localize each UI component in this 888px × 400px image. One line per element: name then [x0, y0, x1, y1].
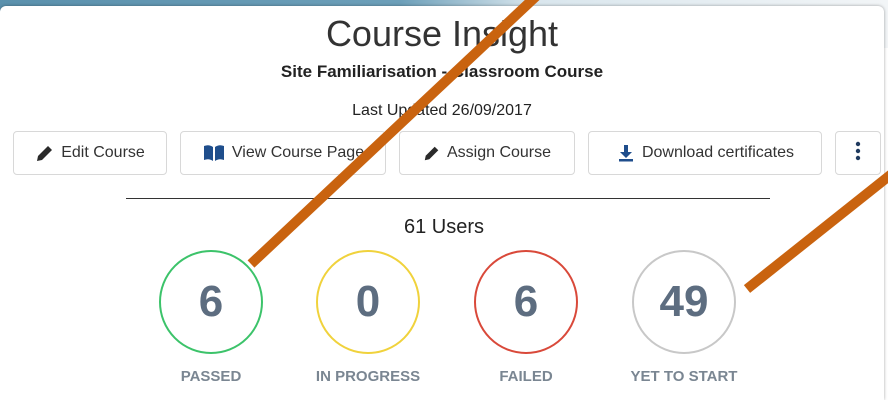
download-certificates-button[interactable]: Download certificates	[588, 131, 822, 175]
edit-course-button[interactable]: Edit Course	[13, 131, 167, 175]
last-updated: Last Updated 26/09/2017	[352, 102, 532, 119]
stat-circle: 0	[316, 250, 420, 354]
stat-yet-to-start: 49 YET TO START	[604, 250, 764, 385]
users-count: 61 Users	[403, 216, 485, 238]
stat-failed: 6 FAILED	[446, 250, 606, 385]
download-certificates-label: Download certificates	[641, 144, 795, 161]
stat-circle: 6	[474, 250, 578, 354]
assign-course-button[interactable]: Assign Course	[399, 131, 575, 175]
page-title: Course Insight	[325, 13, 559, 54]
assign-course-label: Assign Course	[446, 144, 552, 161]
stat-passed: 6 PASSED	[131, 250, 291, 385]
pencil-icon	[423, 144, 441, 162]
stat-label: IN PROGRESS	[315, 368, 421, 385]
edit-course-label: Edit Course	[61, 144, 145, 161]
stat-circle: 49	[632, 250, 736, 354]
more-options-button[interactable]	[835, 131, 881, 175]
stat-in-progress: 0 IN PROGRESS	[288, 250, 448, 385]
stat-label: YET TO START	[630, 368, 738, 385]
divider	[126, 198, 770, 199]
pencil-icon	[35, 143, 55, 163]
book-icon	[202, 143, 226, 163]
stat-circle: 6	[159, 250, 263, 354]
download-icon	[616, 143, 636, 163]
view-course-page-label: View Course Page	[231, 144, 365, 161]
more-vertical-icon	[855, 141, 861, 166]
stat-label: PASSED	[180, 368, 242, 385]
stat-label: FAILED	[499, 368, 553, 385]
